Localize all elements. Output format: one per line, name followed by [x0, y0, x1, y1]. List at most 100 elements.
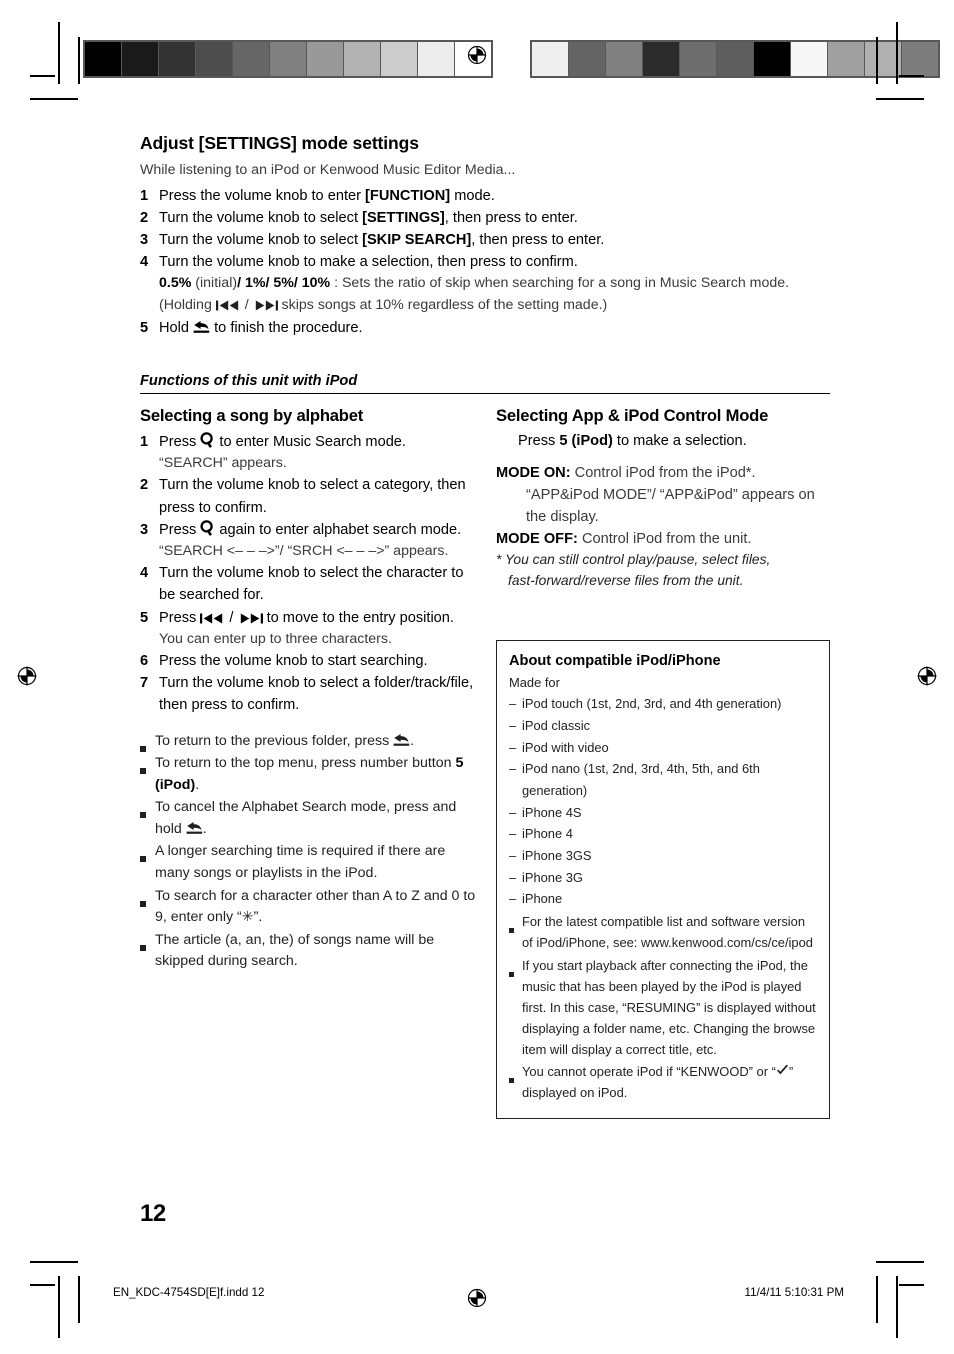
step-number: 7: [140, 675, 149, 692]
list-item: To return to the previous folder, press …: [140, 731, 478, 753]
back-icon: [393, 733, 410, 747]
note-check-pre: You cannot operate iPod if “KENWOOD” or …: [522, 1064, 776, 1080]
footnote-line-2: fast-forward/reverse files from the unit…: [508, 573, 744, 589]
intro-pre: Press: [518, 432, 560, 449]
intro-button-label: 5 (iPod): [559, 432, 613, 449]
control-mode-intro: Press 5 (iPod) to make a selection.: [496, 431, 830, 453]
bullet-square-icon: [509, 956, 522, 1061]
search-icon: [200, 520, 215, 536]
device-name: iPod touch (1st, 2nd, 3rd, and 4th gener…: [522, 696, 782, 712]
checkmark-icon: [776, 1064, 789, 1077]
section-title-control-mode: Selecting App & iPod Control Mode: [496, 406, 769, 426]
dash-marker: –: [509, 848, 517, 864]
settings-lead-text: While listening to an iPod or Kenwood Mu…: [140, 162, 516, 178]
step-number: 2: [140, 477, 149, 494]
step-text: Turn the volume knob to select a folder/…: [159, 675, 474, 714]
compat-notes-list: For the latest compatible list and softw…: [509, 912, 817, 1104]
step-text: Press the volume knob to start searching…: [159, 653, 428, 670]
list-item: 6 Press the volume knob to start searchi…: [140, 650, 478, 672]
list-item: – iPod touch (1st, 2nd, 3rd, and 4th gene…: [509, 693, 817, 715]
list-item: 4 Turn the volume knob to select the cha…: [140, 562, 478, 606]
step-text: Press the volume knob to enter [FUNCTION…: [159, 185, 830, 207]
step-text: Turn the volume knob to select [SKIP SEA…: [159, 229, 830, 251]
device-name: iPod classic: [522, 718, 591, 734]
step-text: Turn the volume knob to select the chara…: [159, 565, 464, 604]
step-text-post: mode.: [450, 187, 495, 204]
section-title-alphabet: Selecting a song by alphabet: [140, 406, 364, 426]
step-text-bold: [SETTINGS]: [362, 209, 445, 226]
left-column: Selecting a song by alphabet 1 Press to …: [140, 406, 478, 1119]
step-post: to move to the entry position.: [262, 609, 454, 626]
list-item: If you start playback after connecting t…: [509, 956, 817, 1061]
note-text: You cannot operate iPod if “KENWOOD” or …: [522, 1062, 817, 1104]
note-text: For the latest compatible list and softw…: [522, 914, 813, 950]
bullet-square-icon: [140, 731, 155, 753]
step-text-pre: Turn the volume knob to select: [159, 231, 363, 248]
step-number: 1: [140, 433, 149, 450]
list-item: – iPod classic: [509, 715, 817, 737]
bullet-post: .: [410, 732, 415, 749]
bullet-square-icon: [509, 912, 522, 954]
manual-page: Adjust [SETTINGS] mode settings While li…: [0, 0, 954, 1354]
list-item: 5 Press / to move to the entry position.: [140, 607, 478, 629]
step-text: Turn the volume knob to select [SETTINGS…: [159, 207, 830, 229]
step-text: Press / to move to the entry position.: [159, 607, 478, 629]
bullet-text: The article (a, an, the) of songs name w…: [155, 931, 435, 970]
list-item: The article (a, an, the) of songs name w…: [140, 930, 478, 973]
compatible-ipod-box: About compatible iPod/iPhone Made for – i…: [496, 639, 830, 1120]
device-name: iPhone 3G: [522, 869, 583, 885]
ratio-options: / 1%/ 5%/ 10%: [237, 275, 331, 292]
step-pre: Press: [159, 433, 201, 450]
step-text-post: , then press to enter.: [471, 231, 605, 248]
list-item: – iPod nano (1st, 2nd, 3rd, 4th, 5th, and…: [509, 758, 817, 801]
list-item: A longer searching time is required if t…: [140, 841, 478, 884]
list-item: 2 Turn the volume knob to select [SETTIN…: [140, 207, 830, 229]
list-item: – iPhone 3G: [509, 867, 817, 889]
step-text: Hold to finish the procedure.: [159, 317, 830, 339]
step-pre: Press: [159, 609, 201, 626]
bullet-square-icon: [140, 886, 155, 908]
list-item: 2 Turn the volume knob to select a categ…: [140, 474, 478, 518]
mode-on-display-note: “APP&iPod MODE”/ “APP&iPod” appears on t…: [526, 486, 815, 525]
dash-marker: –: [509, 804, 517, 820]
step-text: Turn the volume knob to select a categor…: [159, 477, 466, 516]
section-title-settings: Adjust [SETTINGS] mode settings: [140, 133, 419, 153]
list-item: – iPhone: [509, 888, 817, 910]
list-item: 5 Hold to finish the procedure.: [140, 317, 830, 339]
list-item: To cancel the Alphabet Search mode, pres…: [140, 797, 478, 840]
holding-note: (Holding / skips songs at 10% regardless…: [159, 295, 830, 316]
mode-off-block: MODE OFF: Control iPod from the unit.: [496, 529, 830, 551]
step-text-bold: [FUNCTION]: [365, 187, 451, 204]
holding-note-mid: /: [240, 296, 253, 313]
note-text: If you start playback after connecting t…: [522, 957, 816, 1057]
search-icon: [200, 432, 215, 448]
list-item: 3 Press again to enter alphabet search m…: [140, 519, 478, 541]
footnote-line-1: * You can still control play/pause, sele…: [496, 552, 771, 568]
list-item: 1 Press to enter Music Search mode.: [140, 431, 478, 453]
bullet-text: To return to the top menu, press number …: [155, 753, 478, 796]
step-number: 4: [140, 565, 149, 582]
holding-note-pre: (Holding: [159, 296, 216, 313]
bullet-text: A longer searching time is required if t…: [155, 843, 446, 882]
intro-post: to make a selection.: [612, 432, 747, 449]
step5-pre: Hold: [159, 319, 194, 336]
step-text-bold: [SKIP SEARCH]: [362, 231, 472, 248]
page-number: 12: [140, 1200, 166, 1227]
step-number: 4: [140, 254, 149, 271]
dash-marker: –: [509, 891, 517, 907]
bullet-square-icon: [140, 753, 155, 775]
device-name: iPhone 3GS: [522, 848, 592, 864]
list-item: – iPhone 4S: [509, 802, 817, 824]
footer-filename: EN_KDC-4754SD[E]f.indd 12: [113, 1286, 265, 1299]
list-item: 1 Press the volume knob to enter [FUNCTI…: [140, 185, 830, 207]
mode-on-block: MODE ON: Control iPod from the iPod*. “AP…: [496, 463, 830, 529]
step-number: 5: [140, 319, 149, 336]
step-subnote: “SEARCH <– – –>”/ “SRCH <– – –>” appears…: [159, 542, 449, 559]
next-track-icon: [253, 300, 278, 311]
made-for-label: Made for: [509, 675, 560, 691]
right-column: Selecting App & iPod Control Mode Press …: [496, 406, 830, 1120]
dash-marker: –: [509, 718, 517, 734]
step-text: Turn the volume knob to make a selection…: [159, 254, 578, 271]
bullet-post: .: [202, 820, 207, 837]
device-name: iPhone 4: [522, 826, 573, 842]
